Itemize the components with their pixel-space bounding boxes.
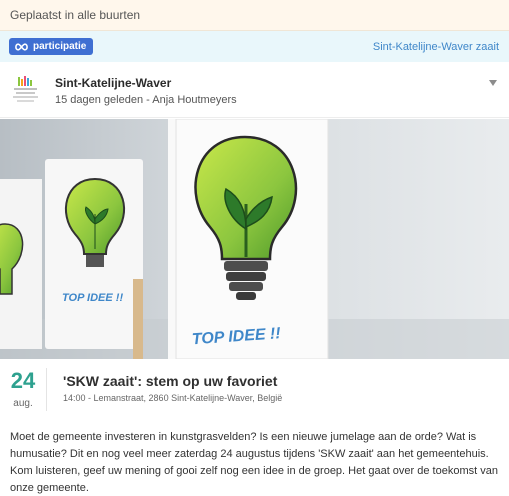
visibility-text: Geplaatst in alle buurten [10, 8, 141, 22]
event-details: 14:00 - Lemanstraat, 2860 Sint-Katelijne… [63, 393, 283, 403]
post-meta: 15 dagen geleden - Anja Houtmeyers [55, 94, 237, 106]
visibility-banner: Geplaatst in alle buurten [0, 0, 509, 31]
infinity-icon [15, 42, 28, 51]
group-link[interactable]: Sint-Katelijne-Waver zaait [373, 41, 499, 53]
sign-text-small: TOP IDEE !! [62, 292, 123, 304]
tag-bar: participatie Sint-Katelijne-Waver zaait [0, 31, 509, 62]
event-day: 24 [10, 368, 36, 393]
author-logo[interactable] [10, 76, 41, 107]
event-info: 'SKW zaait': stem op uw favoriet 14:00 -… [46, 368, 509, 411]
post-description: Moet de gemeente investeren in kunstgras… [10, 431, 498, 494]
post-image[interactable]: TOP IDEE !! TOP IDEE !! [0, 119, 509, 359]
author-block: Sint-Katelijne-Waver 15 dagen geleden - … [55, 76, 237, 117]
post-card: Geplaatst in alle buurten participatie S… [0, 0, 509, 496]
category-tag[interactable]: participatie [9, 38, 94, 55]
post-header: Sint-Katelijne-Waver 15 dagen geleden - … [0, 62, 509, 118]
category-tag-label: participatie [33, 41, 87, 52]
chevron-down-icon[interactable] [489, 80, 497, 86]
event-month: aug. [13, 398, 33, 409]
author-name[interactable]: Sint-Katelijne-Waver [55, 76, 237, 90]
event-date: 24 aug. [0, 367, 46, 417]
event-block[interactable]: 24 aug. 'SKW zaait': stem op uw favoriet… [0, 367, 509, 417]
event-title[interactable]: 'SKW zaait': stem op uw favoriet [63, 373, 509, 389]
